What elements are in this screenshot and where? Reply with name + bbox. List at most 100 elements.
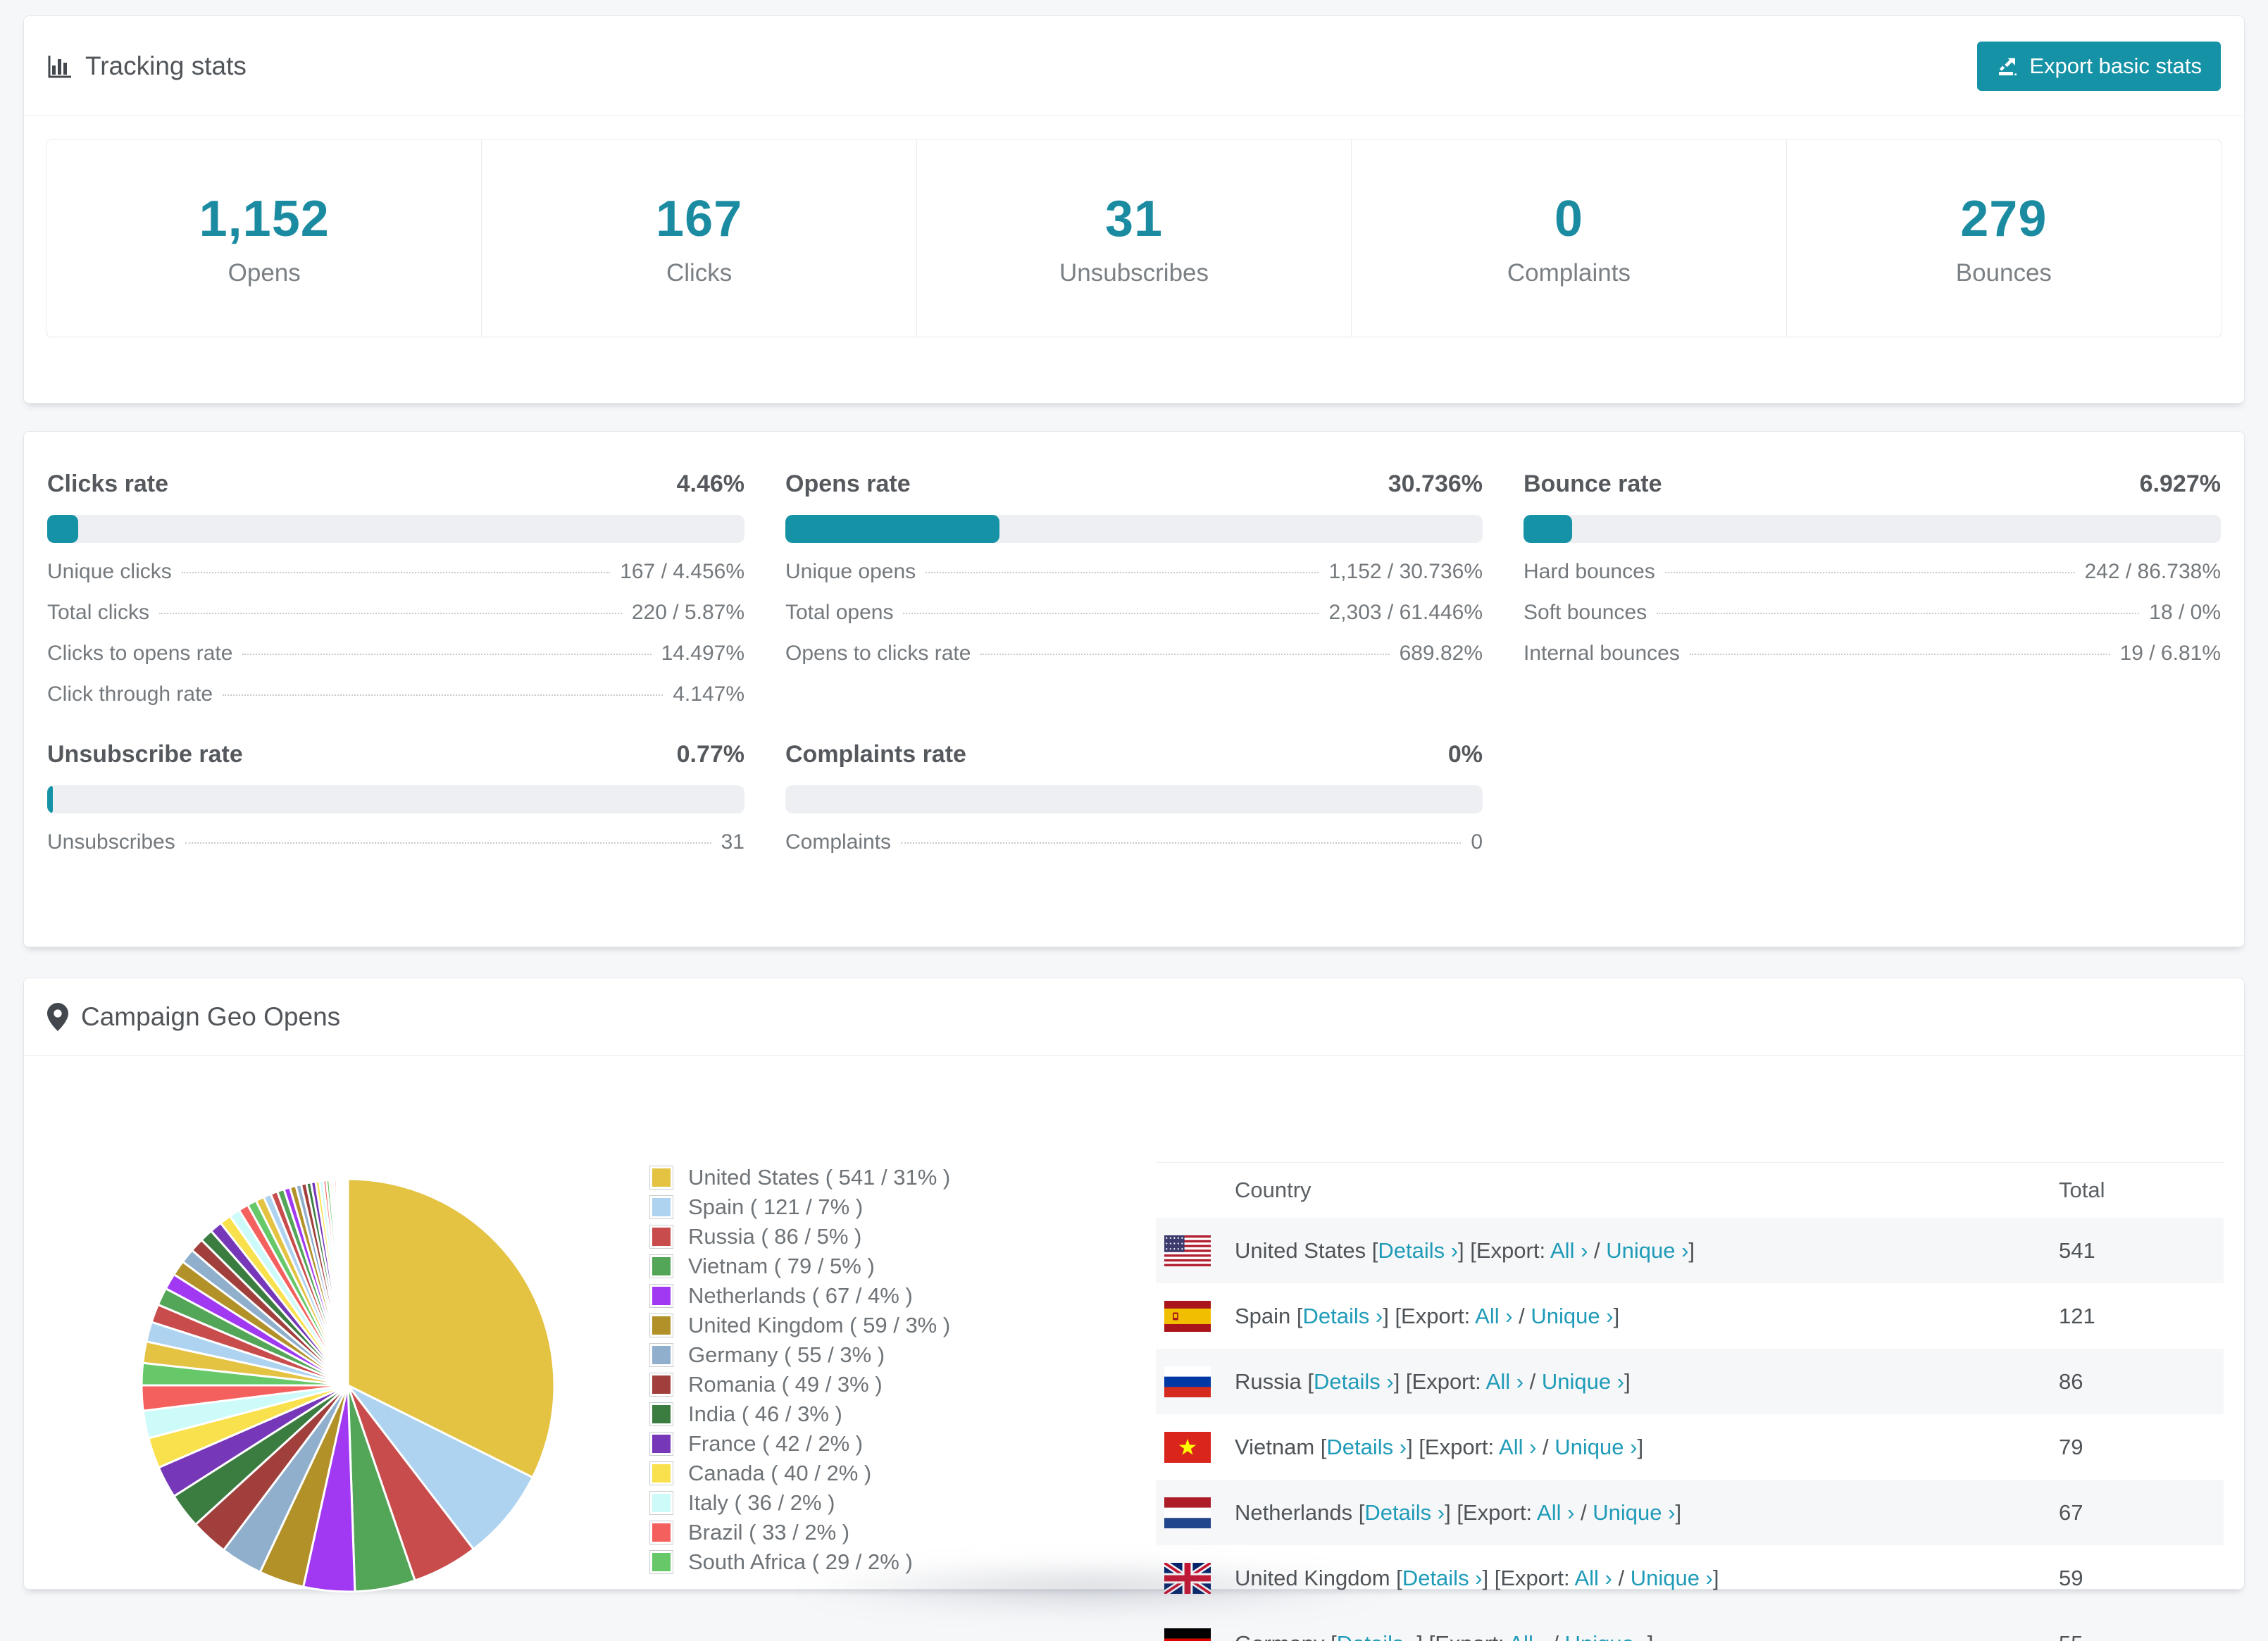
stat-value-opens: 1,152	[199, 190, 330, 248]
legend-swatch-brazil	[649, 1521, 673, 1545]
details-link-netherlands[interactable]: Details ›	[1364, 1500, 1445, 1525]
rate-title-clicks-rate: Clicks rate	[47, 470, 168, 498]
export-unique-link-germany[interactable]: Unique ›	[1565, 1631, 1647, 1641]
export-basic-stats-button[interactable]: Export basic stats	[1977, 42, 2221, 91]
legend-item-united-states: United States ( 541 / 31% )	[649, 1163, 950, 1192]
geo-column-country: Country	[1235, 1178, 2059, 1203]
legend-item-spain: Spain ( 121 / 7% )	[649, 1192, 950, 1222]
rate-row-total-clicks: Total clicks 220 / 5.87%	[47, 601, 744, 625]
dotted-leader	[901, 842, 1461, 844]
rate-title-complaints-rate: Complaints rate	[785, 740, 966, 768]
export-unique-link-vietnam[interactable]: Unique ›	[1554, 1435, 1637, 1459]
rate-panel-bounce-rate: Bounce rate6.927%Hard bounces242 / 86.73…	[1524, 470, 2221, 706]
legend-swatch-germany	[649, 1343, 673, 1367]
legend-item-netherlands: Netherlands ( 67 / 4% )	[649, 1281, 950, 1311]
rate-row-value: 220 / 5.87%	[632, 601, 744, 625]
export-all-link-vietnam[interactable]: All ›	[1499, 1435, 1536, 1459]
rate-row-value: 242 / 86.738%	[2085, 560, 2222, 584]
legend-item-germany: Germany ( 55 / 3% )	[649, 1340, 950, 1370]
export-unique-link-united-kingdom[interactable]: Unique ›	[1631, 1566, 1713, 1590]
legend-label: Germany ( 55 / 3% )	[688, 1342, 885, 1368]
rate-bar-opens-rate	[785, 515, 1483, 543]
legend-item-vietnam: Vietnam ( 79 / 5% )	[649, 1252, 950, 1281]
geo-total-germany: 55	[2059, 1631, 2224, 1641]
bar-chart-icon	[47, 54, 73, 79]
geo-legend: United States ( 541 / 31% )Spain ( 121 /…	[649, 1163, 950, 1577]
stat-label-bounces: Bounces	[1956, 259, 2052, 287]
legend-swatch-spain	[649, 1195, 673, 1219]
rate-row-label: Total clicks	[47, 601, 149, 625]
rate-value-unsubscribe-rate: 0.77%	[677, 740, 744, 768]
legend-label: Canada ( 40 / 2% )	[688, 1461, 871, 1486]
export-unique-link-united-states[interactable]: Unique ›	[1606, 1238, 1688, 1263]
legend-swatch-vietnam	[649, 1254, 673, 1278]
details-link-germany[interactable]: Details ›	[1337, 1631, 1417, 1641]
details-link-spain[interactable]: Details ›	[1303, 1304, 1383, 1328]
legend-swatch-russia	[649, 1225, 673, 1249]
tracking-stats-card: Tracking stats Export basic stats 1,152O…	[23, 15, 2245, 404]
dotted-leader	[980, 654, 1389, 655]
stat-cell-complaints: 0Complaints	[1352, 140, 1786, 337]
rate-row-complaints: Complaints0	[785, 830, 1483, 854]
rate-title-opens-rate: Opens rate	[785, 470, 911, 498]
details-link-vietnam[interactable]: Details ›	[1326, 1435, 1407, 1459]
export-all-link-united-states[interactable]: All ›	[1550, 1238, 1588, 1263]
stat-label-clicks: Clicks	[666, 259, 732, 287]
rate-row-clicks-to-opens-rate: Clicks to opens rate14.497%	[47, 642, 744, 666]
rate-row-value: 2,303 / 61.446%	[1328, 601, 1483, 625]
rate-row-value: 0	[1471, 830, 1483, 854]
dotted-leader	[182, 572, 610, 573]
export-button-label: Export basic stats	[2029, 54, 2202, 79]
geo-table-header: Country Total	[1156, 1163, 2224, 1218]
geo-total-united-states: 541	[2059, 1238, 2224, 1263]
geo-country-cell: Vietnam [Details ›] [Export: All › / Uni…	[1235, 1435, 2059, 1460]
export-unique-link-netherlands[interactable]: Unique ›	[1593, 1500, 1675, 1525]
stat-cell-opens: 1,152Opens	[47, 140, 482, 337]
stat-value-clicks: 167	[656, 190, 742, 248]
geo-opens-pie-chart	[137, 1174, 559, 1597]
rate-row-value: 1,152 / 30.736%	[1328, 560, 1483, 584]
export-all-link-germany[interactable]: All ›	[1509, 1631, 1546, 1641]
rate-row-value: 31	[721, 830, 744, 854]
rate-row-label: Soft bounces	[1524, 601, 1647, 625]
flag-icon-us	[1164, 1235, 1211, 1266]
legend-swatch-united-states	[649, 1166, 673, 1190]
rate-value-opens-rate: 30.736%	[1388, 470, 1483, 498]
rate-row-label: Internal bounces	[1524, 642, 1680, 666]
legend-label: Russia ( 86 / 5% )	[688, 1224, 861, 1249]
rate-row-label: Click through rate	[47, 682, 213, 706]
details-link-russia[interactable]: Details ›	[1314, 1369, 1394, 1394]
rate-row-unique-opens: Unique opens1,152 / 30.736%	[785, 560, 1483, 584]
legend-swatch-united-kingdom	[649, 1314, 673, 1337]
export-all-link-spain[interactable]: All ›	[1475, 1304, 1512, 1328]
legend-swatch-romania	[649, 1373, 673, 1397]
rate-bar-fill-unsubscribe-rate	[47, 785, 53, 813]
geo-row-germany: Germany [Details ›] [Export: All › / Uni…	[1156, 1611, 2224, 1641]
export-unique-link-russia[interactable]: Unique ›	[1542, 1369, 1624, 1394]
campaign-geo-opens-card: Campaign Geo Opens United States ( 541 /…	[23, 978, 2245, 1590]
details-link-united-states[interactable]: Details ›	[1378, 1238, 1458, 1263]
legend-label: South Africa ( 29 / 2% )	[688, 1549, 913, 1575]
export-all-link-netherlands[interactable]: All ›	[1537, 1500, 1574, 1525]
rate-bar-fill-opens-rate	[785, 515, 999, 543]
export-unique-link-spain[interactable]: Unique ›	[1531, 1304, 1613, 1328]
legend-item-italy: Italy ( 36 / 2% )	[649, 1488, 950, 1518]
export-all-link-united-kingdom[interactable]: All ›	[1574, 1566, 1612, 1590]
stat-cell-clicks: 167 Clicks	[482, 140, 916, 337]
rate-title-unsubscribe-rate: Unsubscribe rate	[47, 740, 243, 768]
rate-row-hard-bounces: Hard bounces242 / 86.738%	[1524, 560, 2221, 584]
rate-row-label: Total opens	[785, 601, 893, 625]
export-all-link-russia[interactable]: All ›	[1486, 1369, 1524, 1394]
geo-table-rows: United States [Details ›] [Export: All ›…	[1156, 1218, 2224, 1641]
stat-label-unsubscribes: Unsubscribes	[1059, 259, 1209, 287]
legend-item-canada: Canada ( 40 / 2% )	[649, 1459, 950, 1488]
tracking-stats-strip: 1,152Opens167Clicks31Unsubscribes0Compla…	[46, 139, 2222, 337]
details-link-united-kingdom[interactable]: Details ›	[1402, 1566, 1483, 1590]
geo-country-cell: Spain [Details ›] [Export: All › / Uniqu…	[1235, 1304, 2059, 1329]
geo-row-united-kingdom: United Kingdom [Details ›] [Export: All …	[1156, 1545, 2224, 1611]
dotted-leader	[242, 654, 651, 655]
rate-panel-complaints-rate: Complaints rate0%Complaints0	[785, 740, 1483, 854]
map-pin-icon	[47, 1003, 68, 1031]
tracking-stats-title: Tracking stats	[85, 51, 247, 81]
flag-icon-de	[1164, 1628, 1211, 1641]
